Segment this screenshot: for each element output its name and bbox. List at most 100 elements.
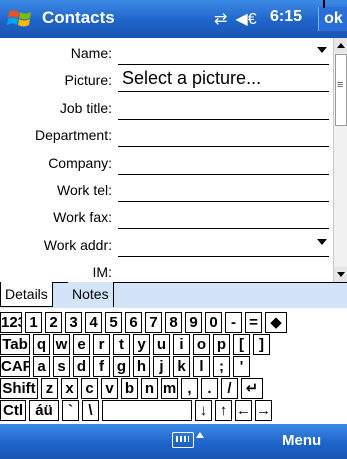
key[interactable]: w bbox=[53, 334, 70, 355]
key[interactable]: y bbox=[133, 334, 150, 355]
key[interactable]: → bbox=[255, 400, 272, 421]
key[interactable]: ` bbox=[62, 400, 79, 421]
key[interactable]: Shift bbox=[0, 378, 38, 399]
key[interactable]: ; bbox=[213, 356, 230, 377]
ok-button[interactable]: ok bbox=[318, 0, 347, 31]
key[interactable]: ↑ bbox=[215, 400, 232, 421]
key[interactable]: CAP bbox=[0, 356, 30, 377]
field-input[interactable] bbox=[118, 91, 329, 93]
dropdown-arrow-icon[interactable] bbox=[317, 238, 327, 245]
soft-keyboard: 1231234567890-=◆Tabqwertyuiop[]CAPasdfgh… bbox=[0, 308, 347, 424]
key[interactable]: a bbox=[33, 356, 50, 377]
key[interactable]: 3 bbox=[65, 312, 82, 333]
field-input[interactable] bbox=[118, 255, 329, 257]
title-bar: Contacts ⇄ ◀€ 6:15 ok bbox=[0, 0, 347, 38]
key[interactable]: p bbox=[213, 334, 230, 355]
key[interactable]: Ctl bbox=[0, 400, 26, 421]
field-input[interactable] bbox=[118, 228, 329, 230]
key[interactable]: 4 bbox=[85, 312, 102, 333]
connectivity-icon[interactable]: ⇄ bbox=[214, 9, 227, 29]
key[interactable]: q bbox=[33, 334, 50, 355]
key[interactable]: 2 bbox=[45, 312, 62, 333]
form-row: Work fax: bbox=[0, 205, 333, 231]
key[interactable]: 5 bbox=[105, 312, 122, 333]
form-row: Work addr: bbox=[0, 233, 333, 259]
key[interactable]: l bbox=[193, 356, 210, 377]
clock[interactable]: 6:15 bbox=[270, 8, 302, 26]
field-value[interactable]: Select a picture... bbox=[122, 68, 261, 89]
key[interactable]: 6 bbox=[125, 312, 142, 333]
key[interactable]: z bbox=[41, 378, 58, 399]
windows-start-icon[interactable] bbox=[6, 6, 34, 32]
key[interactable]: t bbox=[113, 334, 130, 355]
scroll-thumb[interactable] bbox=[335, 54, 347, 126]
scroll-down-button[interactable] bbox=[334, 267, 347, 282]
vertical-scrollbar[interactable] bbox=[333, 38, 347, 282]
scroll-up-button[interactable] bbox=[334, 38, 347, 53]
menu-bar: Menu bbox=[0, 424, 347, 459]
key[interactable]: 123 bbox=[0, 312, 22, 333]
key[interactable]: j bbox=[153, 356, 170, 377]
key[interactable]: 0 bbox=[205, 312, 222, 333]
key[interactable]: [ bbox=[233, 334, 250, 355]
volume-icon[interactable]: ◀€ bbox=[235, 9, 256, 29]
key[interactable]: i bbox=[173, 334, 190, 355]
field-input[interactable] bbox=[118, 173, 329, 175]
key[interactable]: - bbox=[225, 312, 242, 333]
form-row: Company: bbox=[0, 151, 333, 177]
key[interactable]: o bbox=[193, 334, 210, 355]
key[interactable]: 1 bbox=[25, 312, 42, 333]
key[interactable]: s bbox=[53, 356, 70, 377]
key[interactable]: u bbox=[153, 334, 170, 355]
form-row: Picture: Select a picture... bbox=[0, 68, 333, 94]
field-input[interactable] bbox=[118, 64, 329, 65]
key[interactable]: 9 bbox=[185, 312, 202, 333]
key[interactable]: Tab bbox=[0, 334, 30, 355]
key[interactable]: ↵ bbox=[241, 378, 263, 399]
key[interactable]: . bbox=[201, 378, 218, 399]
field-input[interactable] bbox=[118, 201, 329, 202]
form-row: IM: bbox=[0, 260, 333, 282]
field-input[interactable] bbox=[118, 118, 329, 120]
key[interactable]: 7 bbox=[145, 312, 162, 333]
key[interactable]: g bbox=[113, 356, 130, 377]
key[interactable]: / bbox=[221, 378, 238, 399]
key[interactable]: 8 bbox=[165, 312, 182, 333]
keyboard-row: CAP a s d f g h j k l; ' bbox=[0, 356, 347, 378]
field-label: IM: bbox=[92, 264, 112, 281]
key[interactable]: = bbox=[245, 312, 262, 333]
dropdown-arrow-icon[interactable] bbox=[317, 47, 327, 53]
key[interactable]: x bbox=[61, 378, 78, 399]
key[interactable]: áü bbox=[29, 400, 59, 421]
key[interactable]: r bbox=[93, 334, 110, 355]
key[interactable]: h bbox=[133, 356, 150, 377]
tab-notes[interactable]: Notes bbox=[68, 282, 114, 307]
key[interactable]: k bbox=[173, 356, 190, 377]
key[interactable]: f bbox=[93, 356, 110, 377]
key[interactable]: \ bbox=[82, 400, 99, 421]
field-input[interactable] bbox=[118, 146, 329, 148]
key[interactable]: m bbox=[161, 378, 178, 399]
key[interactable]: , bbox=[181, 378, 198, 399]
key[interactable]: ↓ bbox=[195, 400, 212, 421]
key[interactable]: b bbox=[121, 378, 138, 399]
key[interactable]: c bbox=[81, 378, 98, 399]
form-row: Work tel: bbox=[0, 178, 333, 204]
menu-button[interactable]: Menu bbox=[282, 432, 321, 449]
keyboard-row: Tab q w e r t y u i o p[] bbox=[0, 334, 347, 356]
field-label: Picture: bbox=[64, 72, 112, 89]
key[interactable]: ] bbox=[253, 334, 270, 355]
key[interactable]: n bbox=[141, 378, 158, 399]
key[interactable]: ← bbox=[235, 400, 252, 421]
form-row: Job title: bbox=[0, 96, 333, 122]
key[interactable]: ' bbox=[233, 356, 250, 377]
form-row: Name: bbox=[0, 41, 333, 67]
key[interactable]: d bbox=[73, 356, 90, 377]
keyboard-icon[interactable] bbox=[172, 432, 194, 448]
key[interactable]: v bbox=[101, 378, 118, 399]
key[interactable]: ◆ bbox=[265, 312, 287, 333]
key[interactable] bbox=[102, 400, 192, 421]
key[interactable]: e bbox=[73, 334, 90, 355]
sip-arrow-icon[interactable] bbox=[196, 432, 204, 438]
tab-details[interactable]: Details bbox=[0, 282, 53, 307]
